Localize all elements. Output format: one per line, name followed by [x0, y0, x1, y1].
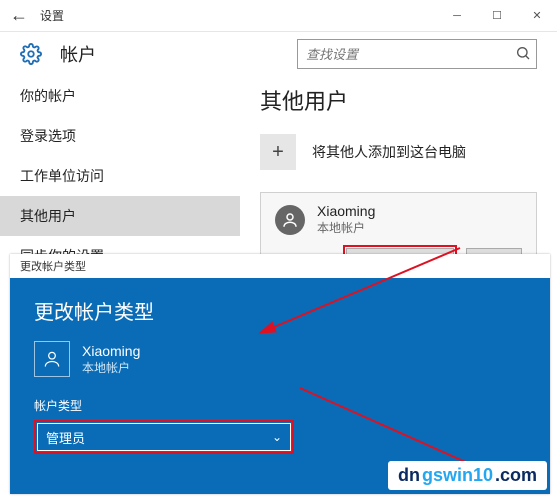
main-area: 你的帐户 登录选项 工作单位访问 其他用户 同步你的设置 其他用户 + 将其他人… — [0, 76, 557, 276]
sidebar-item-your-account[interactable]: 你的帐户 — [0, 76, 240, 116]
window-titlebar: ← 设置 ─ ☐ ✕ — [0, 0, 557, 32]
search-wrap — [297, 39, 537, 69]
dialog-avatar-icon — [34, 341, 70, 377]
user-type: 本地帐户 — [317, 219, 375, 236]
watermark-part-c: .com — [495, 465, 537, 486]
watermark-part-b: gswin10 — [422, 465, 493, 486]
dialog-user-name: Xiaoming — [82, 343, 140, 359]
window-title: 设置 — [40, 7, 64, 24]
page-header: 帐户 — [0, 32, 557, 76]
content: 其他用户 + 将其他人添加到这台电脑 Xiaoming 本地帐户 更改帐户类型 … — [240, 76, 557, 276]
sidebar-item-signin-options[interactable]: 登录选项 — [0, 116, 240, 156]
dialog-titlebar: 更改帐户类型 — [10, 254, 550, 278]
dialog-user-info: Xiaoming 本地帐户 — [82, 343, 140, 376]
search-icon[interactable] — [515, 45, 531, 66]
search-input[interactable] — [297, 39, 537, 69]
dialog-user-row: Xiaoming 本地帐户 — [34, 341, 526, 377]
plus-icon[interactable]: + — [260, 134, 296, 170]
minimize-button[interactable]: ─ — [437, 0, 477, 32]
user-card-header: Xiaoming 本地帐户 — [275, 203, 522, 236]
account-type-dropdown[interactable]: 管理员 ⌄ — [34, 420, 294, 454]
chevron-down-icon: ⌄ — [272, 430, 282, 444]
close-button[interactable]: ✕ — [517, 0, 557, 32]
titlebar-left: ← 设置 — [0, 5, 64, 26]
user-info: Xiaoming 本地帐户 — [317, 203, 375, 236]
add-person-row[interactable]: + 将其他人添加到这台电脑 — [260, 134, 537, 170]
user-name: Xiaoming — [317, 203, 375, 219]
gear-icon — [20, 43, 42, 65]
maximize-button[interactable]: ☐ — [477, 0, 517, 32]
dialog-heading: 更改帐户类型 — [34, 296, 526, 325]
dropdown-value: 管理员 — [46, 428, 85, 447]
change-account-type-dialog: 更改帐户类型 更改帐户类型 Xiaoming 本地帐户 帐户类型 管理员 ⌄ — [10, 254, 550, 494]
sidebar-item-other-users[interactable]: 其他用户 — [0, 196, 240, 236]
window-controls: ─ ☐ ✕ — [437, 0, 557, 32]
watermark: dngswin10.com — [388, 461, 547, 490]
page-title: 帐户 — [60, 41, 96, 67]
add-person-label: 将其他人添加到这台电脑 — [312, 142, 466, 162]
section-title: 其他用户 — [260, 84, 537, 116]
sidebar: 你的帐户 登录选项 工作单位访问 其他用户 同步你的设置 — [0, 76, 240, 276]
account-type-label: 帐户类型 — [34, 397, 526, 414]
back-icon[interactable]: ← — [10, 5, 28, 26]
watermark-part-a: dn — [398, 465, 420, 486]
sidebar-item-work-access[interactable]: 工作单位访问 — [0, 156, 240, 196]
avatar-icon — [275, 205, 305, 235]
dialog-user-type: 本地帐户 — [82, 359, 140, 376]
